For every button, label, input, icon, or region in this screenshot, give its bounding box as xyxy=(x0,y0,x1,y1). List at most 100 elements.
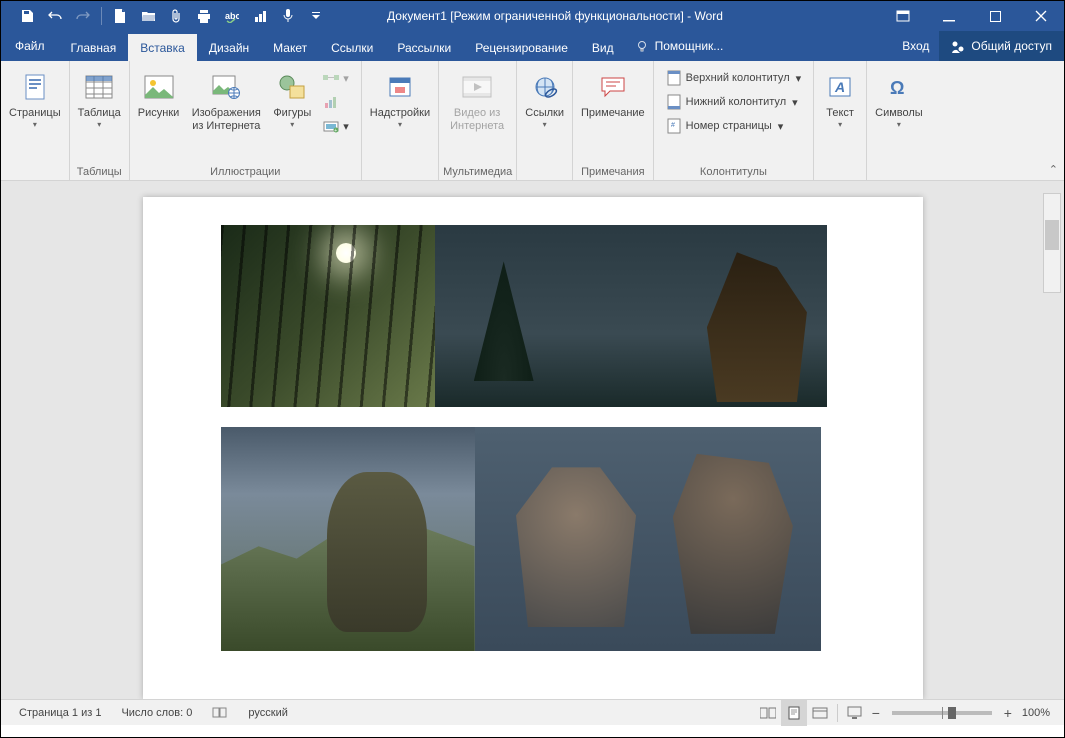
mic-icon[interactable] xyxy=(274,1,302,31)
inserted-image-2[interactable] xyxy=(435,225,827,407)
save-icon[interactable] xyxy=(13,1,41,31)
zoom-slider[interactable] xyxy=(892,711,992,715)
new-icon[interactable] xyxy=(106,1,134,31)
window-title: Документ1 [Режим ограниченной функционал… xyxy=(330,9,880,23)
ribbon-tab-strip: Файл Главная Вставка Дизайн Макет Ссылки… xyxy=(1,31,1064,61)
open-icon[interactable] xyxy=(134,1,162,31)
tab-design[interactable]: Дизайн xyxy=(197,34,261,61)
attach-icon[interactable] xyxy=(162,1,190,31)
sign-in-button[interactable]: Вход xyxy=(892,31,939,61)
zoom-out-button[interactable]: − xyxy=(868,705,884,721)
maximize-icon[interactable] xyxy=(972,1,1018,31)
window-controls xyxy=(880,1,1064,31)
page-indicator[interactable]: Страница 1 из 1 xyxy=(9,700,111,725)
footer-button[interactable]: Нижний колонтитул▾ xyxy=(660,91,807,113)
status-bar: Страница 1 из 1 Число слов: 0 русский − … xyxy=(1,699,1064,725)
tab-insert[interactable]: Вставка xyxy=(128,34,197,61)
close-icon[interactable] xyxy=(1018,1,1064,31)
inserted-image-4[interactable] xyxy=(475,427,821,651)
group-label: Таблицы xyxy=(74,164,125,180)
focus-mode-icon[interactable] xyxy=(842,700,868,726)
tab-mailings[interactable]: Рассылки xyxy=(385,34,463,61)
inserted-image-3[interactable] xyxy=(221,427,475,651)
read-mode-icon[interactable] xyxy=(755,700,781,726)
group-links: Ссылки ▾ xyxy=(517,61,573,180)
smartart-button[interactable]: ▾ xyxy=(317,67,355,89)
svg-text:A: A xyxy=(834,79,845,95)
vertical-scrollbar[interactable] xyxy=(1043,193,1061,293)
chevron-down-icon: ▾ xyxy=(543,120,547,129)
share-button[interactable]: Общий доступ xyxy=(939,31,1064,61)
quick-print-icon[interactable] xyxy=(190,1,218,31)
links-button[interactable]: Ссылки ▾ xyxy=(521,65,568,131)
header-button[interactable]: Верхний колонтитул▾ xyxy=(660,67,807,89)
print-layout-icon[interactable] xyxy=(781,700,807,726)
screenshot-button[interactable]: +▾ xyxy=(317,115,355,137)
pages-button[interactable]: Страницы ▾ xyxy=(5,65,65,131)
page-number-button[interactable]: #Номер страницы▾ xyxy=(660,115,807,137)
group-pages: Страницы ▾ xyxy=(1,61,70,180)
tab-layout[interactable]: Макет xyxy=(261,34,319,61)
footer-icon xyxy=(666,94,682,110)
group-label: Примечания xyxy=(577,164,649,180)
qat-customize-icon[interactable] xyxy=(302,1,330,31)
group-symbols: Ω Символы ▾ xyxy=(867,61,931,180)
tab-file[interactable]: Файл xyxy=(1,31,59,61)
chart-button[interactable] xyxy=(317,91,355,113)
tab-view[interactable]: Вид xyxy=(580,34,626,61)
undo-icon[interactable] xyxy=(41,1,69,31)
group-label: Мультимедиа xyxy=(443,164,512,180)
online-pictures-button[interactable]: Изображения из Интернета xyxy=(183,65,269,135)
tab-home[interactable]: Главная xyxy=(59,34,129,61)
word-count[interactable]: Число слов: 0 xyxy=(111,700,202,725)
group-comments: Примечание Примечания xyxy=(573,61,654,180)
svg-text:Ω: Ω xyxy=(890,78,904,98)
zoom-in-button[interactable]: + xyxy=(1000,705,1016,721)
group-addins: Надстройки ▾ xyxy=(362,61,439,180)
document-area[interactable] xyxy=(1,181,1064,699)
share-label: Общий доступ xyxy=(971,39,1052,53)
document-page[interactable] xyxy=(143,197,923,699)
inserted-image-1[interactable] xyxy=(221,225,435,407)
ribbon-display-icon[interactable] xyxy=(880,1,926,31)
addins-button[interactable]: Надстройки ▾ xyxy=(366,65,434,131)
zoom-level[interactable]: 100% xyxy=(1016,707,1056,719)
video-icon xyxy=(461,71,493,103)
collapse-ribbon-icon[interactable]: ⌃ xyxy=(1049,163,1058,176)
chevron-down-icon: ▾ xyxy=(398,120,402,129)
symbols-button[interactable]: Ω Символы ▾ xyxy=(871,65,927,131)
spelling-icon[interactable]: abc xyxy=(218,1,246,31)
shapes-button[interactable]: Фигуры ▾ xyxy=(269,65,315,131)
chevron-down-icon: ▾ xyxy=(897,120,901,129)
minimize-icon[interactable] xyxy=(926,1,972,31)
smartart-icon xyxy=(323,70,339,86)
zoom-thumb[interactable] xyxy=(948,707,956,719)
table-button[interactable]: Таблица ▾ xyxy=(74,65,125,131)
text-button[interactable]: A Текст ▾ xyxy=(818,65,862,131)
online-picture-icon xyxy=(210,71,242,103)
comment-icon xyxy=(597,71,629,103)
tab-references[interactable]: Ссылки xyxy=(319,34,385,61)
group-media: Видео из Интернета Мультимедиа xyxy=(439,61,517,180)
group-label: Иллюстрации xyxy=(134,164,357,180)
pictures-button[interactable]: Рисунки xyxy=(134,65,184,122)
screenshot-icon: + xyxy=(323,118,339,134)
online-video-button[interactable]: Видео из Интернета xyxy=(443,65,511,135)
chart-icon[interactable] xyxy=(246,1,274,31)
language-indicator[interactable]: русский xyxy=(238,700,297,725)
share-icon xyxy=(951,40,965,53)
redo-icon[interactable] xyxy=(69,1,97,31)
tab-review[interactable]: Рецензирование xyxy=(463,34,580,61)
tell-me-search[interactable]: Помощник... xyxy=(626,31,734,61)
chevron-down-icon: ▾ xyxy=(33,120,37,129)
scrollbar-thumb[interactable] xyxy=(1045,220,1059,250)
page-icon xyxy=(19,71,51,103)
comment-button[interactable]: Примечание xyxy=(577,65,649,122)
ribbon: Страницы ▾ Таблица ▾ Таблицы Рисунки Изо… xyxy=(1,61,1064,181)
web-layout-icon[interactable] xyxy=(807,700,833,726)
chevron-down-icon: ▾ xyxy=(97,120,101,129)
page-number-icon: # xyxy=(666,118,682,134)
proofing-icon[interactable] xyxy=(202,700,238,725)
textbox-icon: A xyxy=(824,71,856,103)
addins-icon xyxy=(384,71,416,103)
